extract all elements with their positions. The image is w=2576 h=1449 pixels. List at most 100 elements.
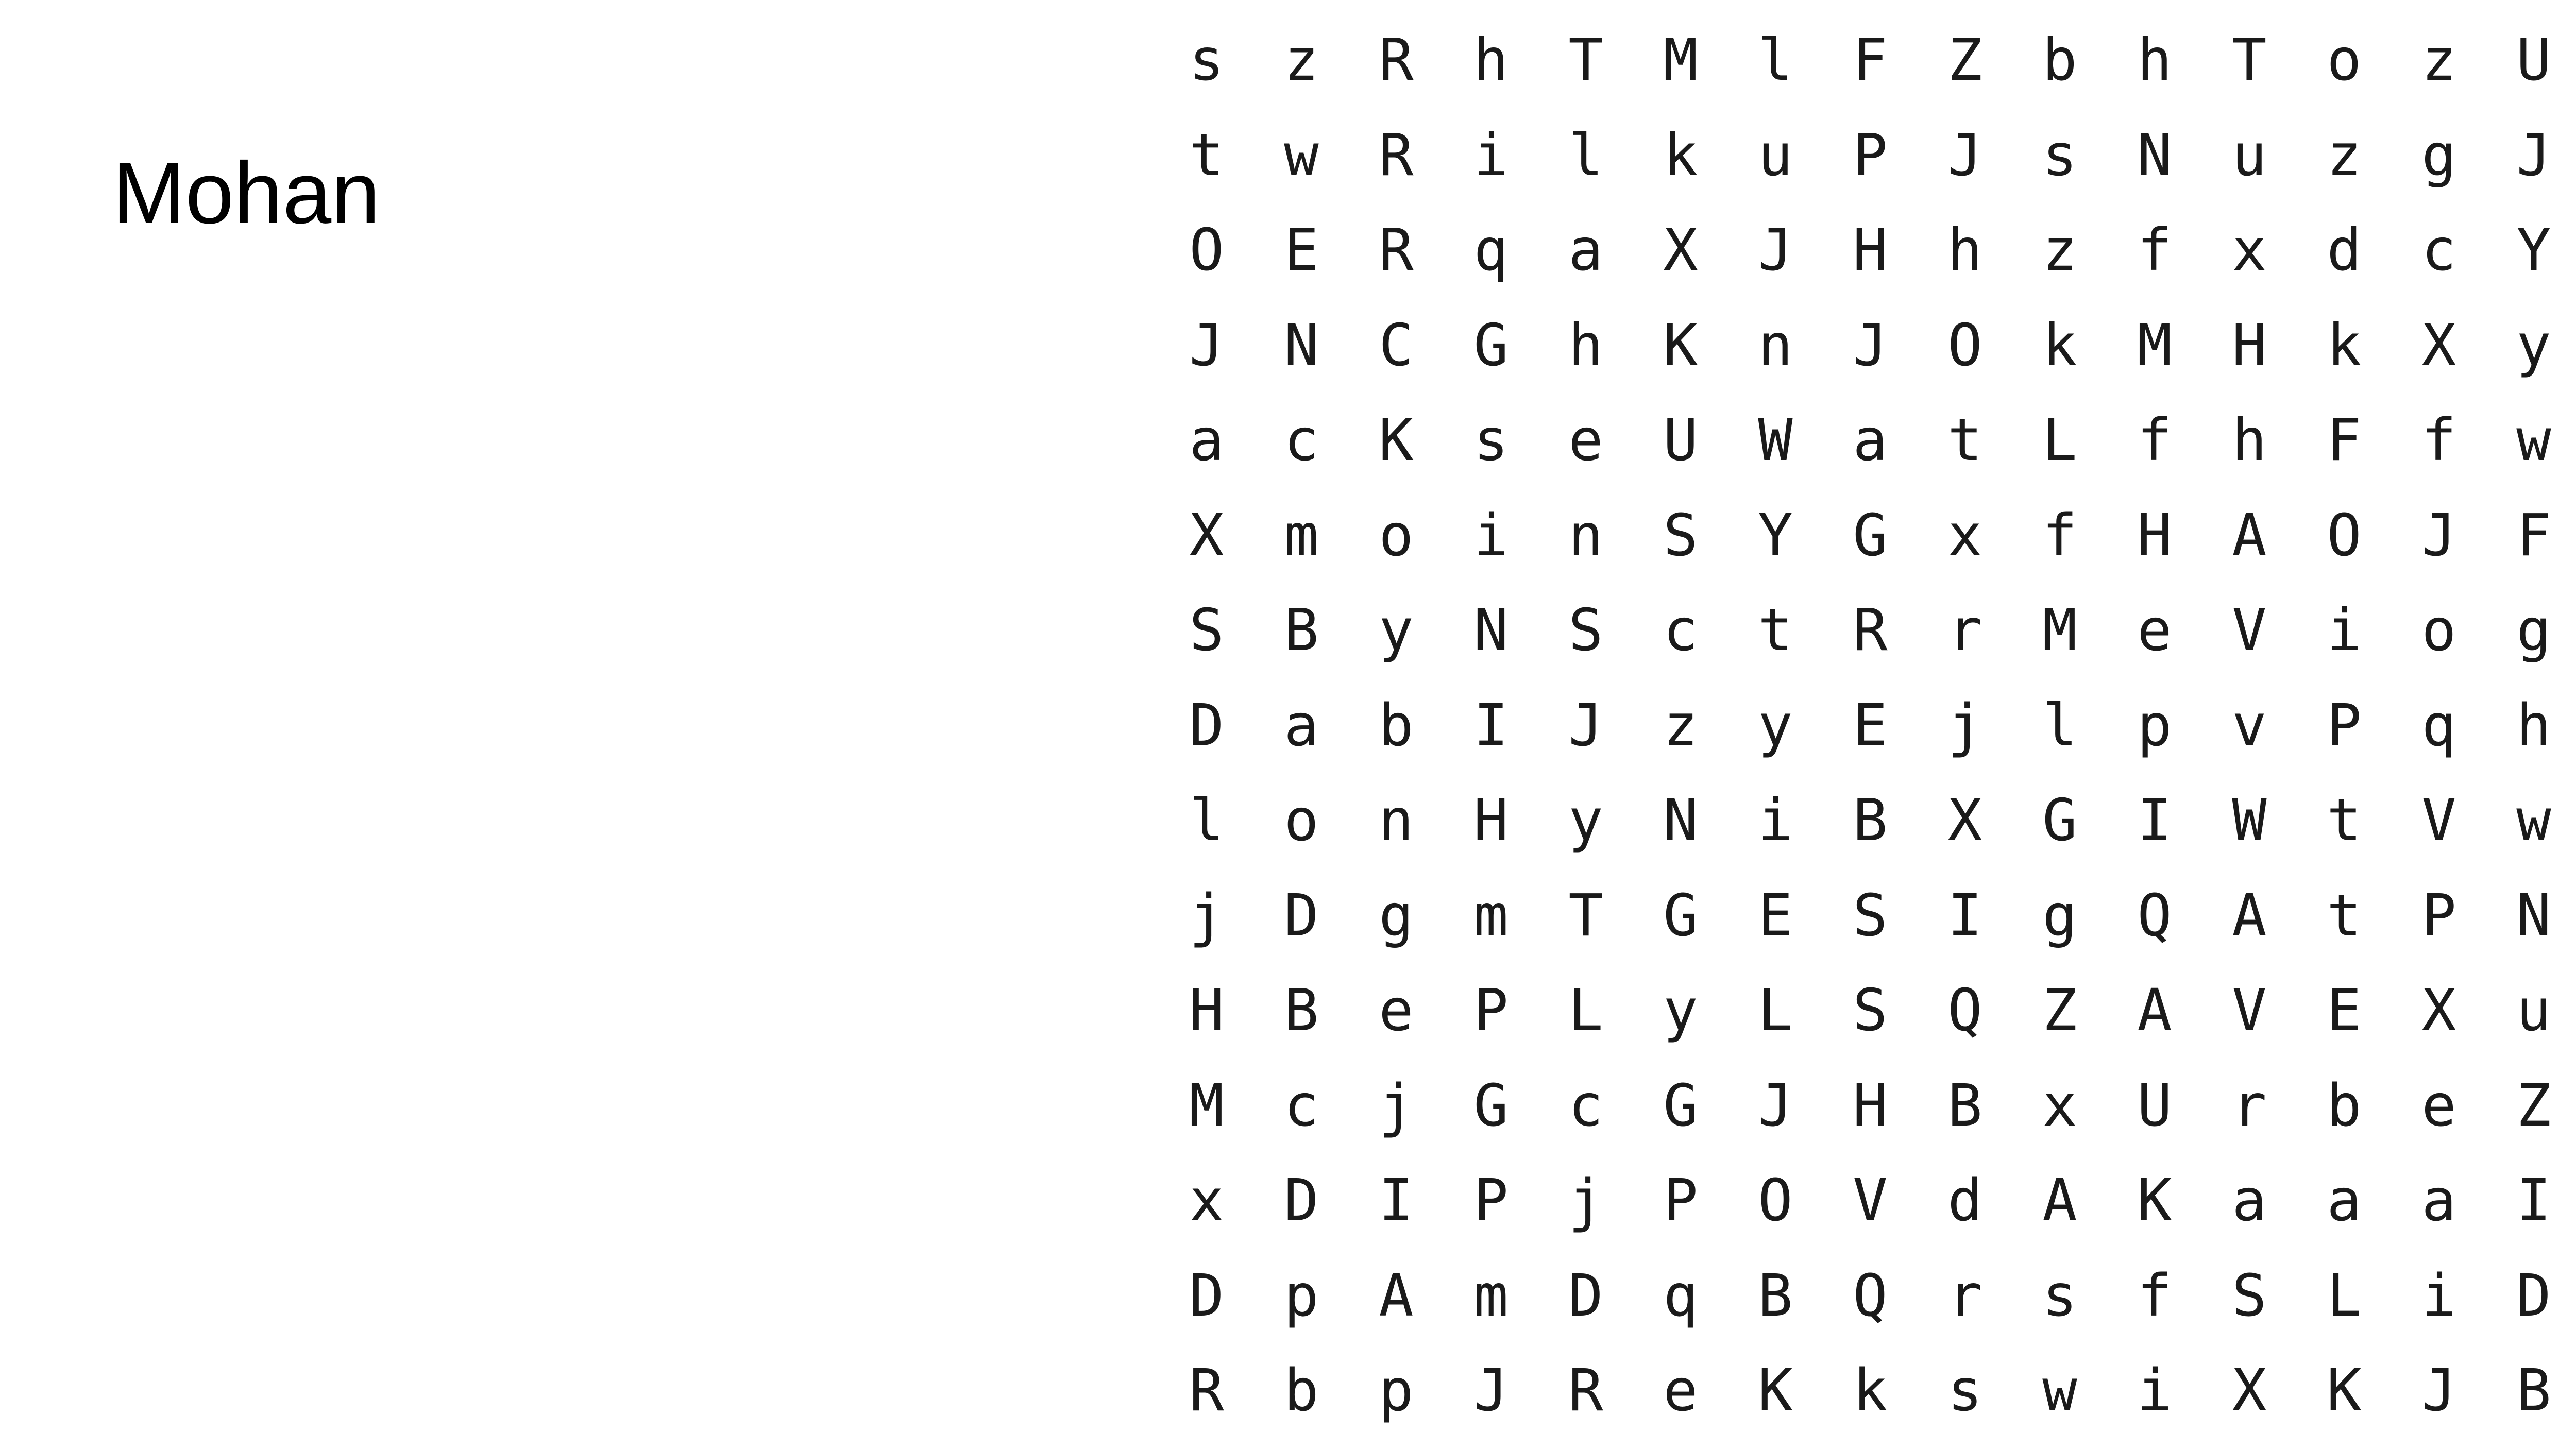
grid-cell-r0-c11[interactable]: T [2202, 13, 2297, 108]
grid-cell-r2-c12[interactable]: d [2297, 203, 2392, 298]
grid-cell-r3-c7[interactable]: J [1823, 298, 1918, 394]
grid-cell-r0-c6[interactable]: l [1728, 13, 1823, 108]
grid-cell-r9-c12[interactable]: t [2297, 868, 2392, 964]
grid-cell-r11-c3[interactable]: G [1444, 1059, 1538, 1154]
grid-cell-r6-c0[interactable]: S [1159, 583, 1254, 678]
grid-cell-r8-c5[interactable]: N [1633, 773, 1728, 868]
grid-cell-r6-c6[interactable]: t [1728, 583, 1823, 678]
grid-cell-r1-c14[interactable]: J [2486, 108, 2576, 203]
grid-cell-r12-c9[interactable]: A [2012, 1153, 2107, 1249]
grid-cell-r13-c13[interactable]: i [2392, 1249, 2486, 1344]
grid-cell-r5-c3[interactable]: i [1444, 488, 1538, 584]
grid-cell-r7-c2[interactable]: b [1349, 678, 1444, 774]
grid-cell-r11-c11[interactable]: r [2202, 1059, 2297, 1154]
grid-cell-r4-c8[interactable]: t [1918, 393, 2012, 488]
grid-cell-r4-c0[interactable]: a [1159, 393, 1254, 488]
grid-cell-r3-c3[interactable]: G [1444, 298, 1538, 394]
grid-cell-r0-c12[interactable]: o [2297, 13, 2392, 108]
grid-cell-r14-c14[interactable]: B [2486, 1343, 2576, 1439]
grid-cell-r12-c5[interactable]: P [1633, 1153, 1728, 1249]
grid-cell-r12-c13[interactable]: a [2392, 1153, 2486, 1249]
grid-cell-r10-c10[interactable]: A [2107, 963, 2202, 1059]
grid-cell-r5-c10[interactable]: H [2107, 488, 2202, 584]
grid-cell-r12-c3[interactable]: P [1444, 1153, 1538, 1249]
grid-cell-r4-c9[interactable]: L [2012, 393, 2107, 488]
grid-cell-r3-c1[interactable]: N [1254, 298, 1349, 394]
grid-cell-r0-c2[interactable]: R [1349, 13, 1444, 108]
grid-cell-r9-c3[interactable]: m [1444, 868, 1538, 964]
grid-cell-r5-c11[interactable]: A [2202, 488, 2297, 584]
grid-cell-r8-c8[interactable]: X [1918, 773, 2012, 868]
grid-cell-r8-c1[interactable]: o [1254, 773, 1349, 868]
grid-cell-r6-c5[interactable]: c [1633, 583, 1728, 678]
grid-cell-r11-c4[interactable]: c [1538, 1059, 1633, 1154]
grid-cell-r4-c3[interactable]: s [1444, 393, 1538, 488]
grid-cell-r12-c4[interactable]: j [1538, 1153, 1633, 1249]
grid-cell-r5-c9[interactable]: f [2012, 488, 2107, 584]
grid-cell-r11-c14[interactable]: Z [2486, 1059, 2576, 1154]
grid-cell-r9-c1[interactable]: D [1254, 868, 1349, 964]
grid-cell-r2-c3[interactable]: q [1444, 203, 1538, 298]
grid-cell-r2-c5[interactable]: X [1633, 203, 1728, 298]
grid-cell-r3-c6[interactable]: n [1728, 298, 1823, 394]
grid-cell-r13-c9[interactable]: s [2012, 1249, 2107, 1344]
grid-cell-r9-c7[interactable]: S [1823, 868, 1918, 964]
grid-cell-r12-c7[interactable]: V [1823, 1153, 1918, 1249]
grid-cell-r10-c3[interactable]: P [1444, 963, 1538, 1059]
grid-cell-r7-c10[interactable]: p [2107, 678, 2202, 774]
grid-cell-r3-c5[interactable]: K [1633, 298, 1728, 394]
grid-cell-r0-c4[interactable]: T [1538, 13, 1633, 108]
grid-cell-r0-c14[interactable]: U [2486, 13, 2576, 108]
grid-cell-r0-c5[interactable]: M [1633, 13, 1728, 108]
grid-cell-r1-c3[interactable]: i [1444, 108, 1538, 203]
grid-cell-r12-c6[interactable]: O [1728, 1153, 1823, 1249]
grid-cell-r12-c2[interactable]: I [1349, 1153, 1444, 1249]
grid-cell-r12-c10[interactable]: K [2107, 1153, 2202, 1249]
grid-cell-r14-c13[interactable]: J [2392, 1343, 2486, 1439]
grid-cell-r9-c2[interactable]: g [1349, 868, 1444, 964]
grid-cell-r2-c8[interactable]: h [1918, 203, 2012, 298]
grid-cell-r8-c9[interactable]: G [2012, 773, 2107, 868]
grid-cell-r1-c6[interactable]: u [1728, 108, 1823, 203]
grid-cell-r11-c9[interactable]: x [2012, 1059, 2107, 1154]
grid-cell-r7-c12[interactable]: P [2297, 678, 2392, 774]
grid-cell-r13-c6[interactable]: B [1728, 1249, 1823, 1344]
grid-cell-r6-c11[interactable]: V [2202, 583, 2297, 678]
grid-cell-r13-c7[interactable]: Q [1823, 1249, 1918, 1344]
grid-cell-r13-c0[interactable]: D [1159, 1249, 1254, 1344]
grid-cell-r9-c5[interactable]: G [1633, 868, 1728, 964]
grid-cell-r13-c5[interactable]: q [1633, 1249, 1728, 1344]
grid-cell-r13-c11[interactable]: S [2202, 1249, 2297, 1344]
grid-cell-r5-c7[interactable]: G [1823, 488, 1918, 584]
grid-cell-r6-c8[interactable]: r [1918, 583, 2012, 678]
grid-cell-r8-c2[interactable]: n [1349, 773, 1444, 868]
grid-cell-r5-c12[interactable]: O [2297, 488, 2392, 584]
grid-cell-r4-c6[interactable]: W [1728, 393, 1823, 488]
grid-cell-r3-c10[interactable]: M [2107, 298, 2202, 394]
grid-cell-r13-c4[interactable]: D [1538, 1249, 1633, 1344]
grid-cell-r10-c8[interactable]: Q [1918, 963, 2012, 1059]
grid-cell-r4-c10[interactable]: f [2107, 393, 2202, 488]
grid-cell-r7-c9[interactable]: l [2012, 678, 2107, 774]
grid-cell-r10-c13[interactable]: X [2392, 963, 2486, 1059]
grid-cell-r3-c8[interactable]: O [1918, 298, 2012, 394]
grid-cell-r1-c10[interactable]: N [2107, 108, 2202, 203]
grid-cell-r12-c12[interactable]: a [2297, 1153, 2392, 1249]
grid-cell-r13-c1[interactable]: p [1254, 1249, 1349, 1344]
grid-cell-r11-c13[interactable]: e [2392, 1059, 2486, 1154]
grid-cell-r9-c10[interactable]: Q [2107, 868, 2202, 964]
grid-cell-r4-c4[interactable]: e [1538, 393, 1633, 488]
grid-cell-r14-c9[interactable]: w [2012, 1343, 2107, 1439]
grid-cell-r14-c11[interactable]: X [2202, 1343, 2297, 1439]
grid-cell-r11-c5[interactable]: G [1633, 1059, 1728, 1154]
grid-cell-r6-c2[interactable]: y [1349, 583, 1444, 678]
grid-cell-r14-c1[interactable]: b [1254, 1343, 1349, 1439]
grid-cell-r13-c8[interactable]: r [1918, 1249, 2012, 1344]
grid-cell-r14-c8[interactable]: s [1918, 1343, 2012, 1439]
grid-cell-r7-c0[interactable]: D [1159, 678, 1254, 774]
grid-cell-r1-c0[interactable]: t [1159, 108, 1254, 203]
grid-cell-r6-c3[interactable]: N [1444, 583, 1538, 678]
grid-cell-r11-c6[interactable]: J [1728, 1059, 1823, 1154]
grid-cell-r2-c7[interactable]: H [1823, 203, 1918, 298]
grid-cell-r9-c8[interactable]: I [1918, 868, 2012, 964]
